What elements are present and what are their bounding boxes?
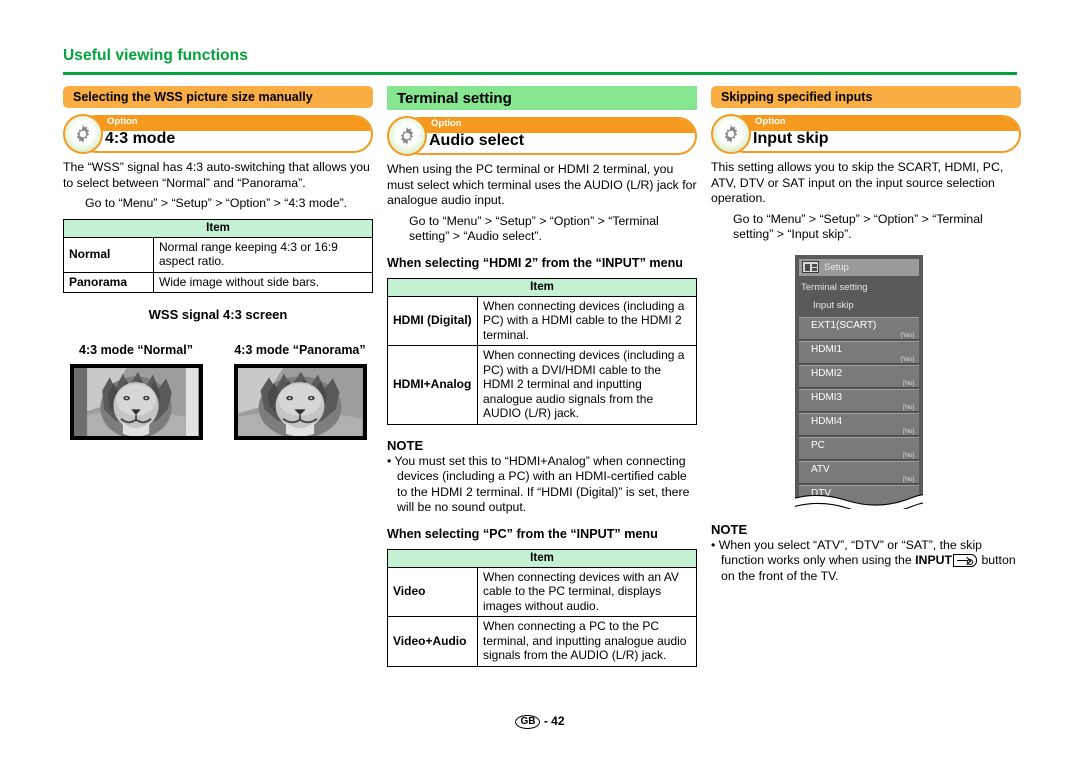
section-title-terminal-setting: Terminal setting	[387, 86, 697, 110]
intro-text-input-skip: This setting allows you to skip the SCAR…	[711, 160, 1004, 205]
table-cell-key: Video+Audio	[387, 616, 478, 667]
page-number: 42	[551, 714, 565, 728]
option-pill-input-skip: Option Input skip	[711, 114, 1021, 154]
note-title-middle: NOTE	[387, 437, 424, 453]
table-cell-key: Normal	[63, 236, 154, 273]
osd-item-label: EXT1(SCART)	[811, 319, 877, 331]
gear-icon	[387, 116, 427, 156]
table-cell-desc: When connecting a PC to the PC terminal,…	[477, 616, 697, 667]
lion-image-normal	[69, 364, 203, 440]
table-cell-desc: Wide image without side bars.	[153, 271, 373, 293]
osd-item-label: PC	[811, 439, 825, 451]
table-cell-desc: When connecting devices (including a PC)…	[477, 345, 697, 425]
table-row: Panorama Wide image without side bars.	[63, 271, 373, 293]
table-cell-key: Panorama	[63, 271, 154, 293]
region-badge: GB	[515, 715, 541, 729]
section-title-input-skip: Skipping specified inputs	[711, 86, 1021, 108]
table-cell-key: HDMI+Analog	[387, 345, 478, 425]
table-row: HDMI+Analog When connecting devices (inc…	[387, 345, 697, 425]
osd-item-label: HDMI1	[811, 343, 843, 355]
note-body-right: • When you select “ATV”, “DTV” or “SAT”,…	[711, 538, 1021, 585]
section-title-wss: Selecting the WSS picture size manually	[63, 86, 373, 108]
note-body-middle: • You must set this to “HDMI+Analog” whe…	[387, 453, 690, 515]
option-pill-title: Input skip	[753, 130, 829, 147]
figure-label: 4:3 mode “Normal”	[79, 343, 193, 357]
osd-item-atv[interactable]: ATV [No]	[799, 460, 919, 484]
osd-item-ext1-scart[interactable]: EXT1(SCART) [Yes]	[799, 316, 919, 340]
osd-item-label: HDMI2	[811, 367, 843, 379]
table-row: Video+Audio When connecting a PC to the …	[387, 616, 697, 667]
option-pill-43mode: Option 4:3 mode	[63, 114, 373, 154]
table-cell-desc: When connecting devices with an AV cable…	[477, 566, 697, 617]
osd-item-pc[interactable]: PC [No]	[799, 436, 919, 460]
table-hdmi2: Item HDMI (Digital) When connecting devi…	[387, 277, 697, 425]
osd-item-hdmi2[interactable]: HDMI2 [No]	[799, 364, 919, 388]
page-footer: GB - 42	[0, 714, 1080, 729]
column-right: Skipping specified inputs Option Input s…	[711, 86, 1021, 584]
table-row: Normal Normal range keeping 4:3 or 16:9 …	[63, 236, 373, 273]
osd-screenshot: Setup Terminal setting Input skip EXT1(S…	[795, 254, 923, 509]
gear-icon	[63, 114, 103, 154]
table-row: HDMI (Digital) When connecting devices (…	[387, 295, 697, 346]
lion-image-panorama	[233, 364, 367, 440]
osd-item-value: [Yes]	[900, 356, 914, 363]
osd-item-value: [No]	[902, 380, 914, 387]
option-pill-kicker: Option	[431, 118, 462, 129]
table-43mode: Item Normal Normal range keeping 4:3 or …	[63, 218, 373, 293]
subhead-pc: When selecting “PC” from the “INPUT” men…	[387, 526, 658, 541]
osd-title: Setup	[824, 261, 849, 273]
option-pill-kicker: Option	[755, 116, 786, 127]
input-button-label: INPUT	[915, 553, 953, 567]
osd-item-hdmi4[interactable]: HDMI4 [No]	[799, 412, 919, 436]
intro-text-audio-select: When using the PC terminal or HDMI 2 ter…	[387, 162, 697, 207]
osd-item-value: [No]	[902, 476, 914, 483]
figure-caption: WSS signal 4:3 screen	[148, 307, 288, 322]
figure-item-panorama: 4:3 mode “Panorama”	[227, 326, 373, 440]
osd-title-bar: Setup	[799, 258, 919, 276]
manual-page: Useful viewing functions Selecting the W…	[0, 0, 1080, 763]
gear-icon	[711, 114, 751, 154]
menu-path-audio-select: Go to “Menu” > “Setup” > “Option” > “Ter…	[409, 213, 659, 244]
osd-item-hdmi3[interactable]: HDMI3 [No]	[799, 388, 919, 412]
table-cell-desc: Normal range keeping 4:3 or 16:9 aspect …	[153, 236, 373, 273]
osd-breadcrumb-input-skip: Input skip	[813, 299, 854, 311]
table-cell-key: Video	[387, 566, 478, 617]
menu-path-input-skip: Go to “Menu” > “Setup” > “Option” > “Ter…	[733, 211, 983, 242]
table-cell-key: HDMI (Digital)	[387, 295, 478, 346]
torn-edge-decoration	[795, 493, 923, 509]
table-pc: Item Video When connecting devices with …	[387, 548, 697, 667]
osd-item-value: [Yes]	[900, 332, 914, 339]
note-title-right: NOTE	[711, 521, 748, 537]
osd-item-hdmi1[interactable]: HDMI1 [Yes]	[799, 340, 919, 364]
menu-path-wss: Go to “Menu” > “Setup” > “Option” > “4:3…	[85, 196, 348, 210]
column-middle: Terminal setting Option Audio select Whe…	[387, 86, 697, 667]
column-left: Selecting the WSS picture size manually …	[63, 86, 373, 440]
osd-breadcrumb-terminal-setting: Terminal setting	[801, 281, 868, 293]
intro-text-wss: The “WSS” signal has 4:3 auto-switching …	[63, 160, 370, 190]
option-pill-title: Audio select	[429, 132, 525, 149]
table-header-item: Item	[387, 277, 697, 297]
osd-item-label: ATV	[811, 463, 830, 475]
input-button-icon	[953, 554, 978, 567]
osd-item-label: HDMI3	[811, 391, 843, 403]
osd-item-value: [No]	[902, 428, 914, 435]
option-pill-title: 4:3 mode	[105, 130, 176, 147]
osd-item-label: HDMI4	[811, 415, 843, 427]
running-head: Useful viewing functions	[63, 47, 248, 64]
subhead-hdmi2: When selecting “HDMI 2” from the “INPUT”…	[387, 255, 683, 270]
figure-label: 4:3 mode “Panorama”	[234, 343, 366, 357]
setup-icon	[802, 261, 819, 273]
option-pill-kicker: Option	[107, 116, 138, 127]
table-cell-desc: When connecting devices (including a PC)…	[477, 295, 697, 346]
osd-item-value: [No]	[902, 404, 914, 411]
figure-item-normal: 4:3 mode “Normal”	[63, 326, 209, 440]
option-pill-audio-select: Option Audio select	[387, 116, 697, 156]
table-header-item: Item	[63, 218, 373, 238]
table-header-item: Item	[387, 548, 697, 568]
figure-wss: WSS signal 4:3 screen 4:3 mode “Normal”	[63, 307, 373, 440]
footer-separator: -	[543, 714, 548, 728]
header-rule	[63, 72, 1017, 75]
osd-item-value: [No]	[902, 452, 914, 459]
table-row: Video When connecting devices with an AV…	[387, 566, 697, 617]
